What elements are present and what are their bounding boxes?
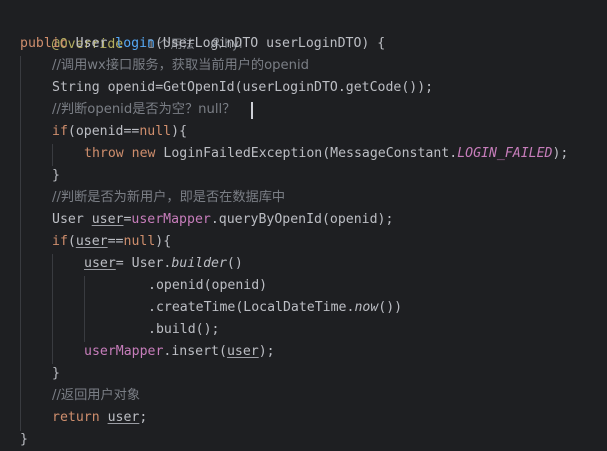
code-text: User — [67, 36, 116, 51]
code-line[interactable]: } — [52, 363, 60, 385]
code-line[interactable]: User user=userMapper.queryByOpenId(openi… — [52, 209, 393, 231]
comment: //判断openid是否为空？null？ — [52, 102, 236, 117]
code-line[interactable]: throw new LoginFailedException(MessageCo… — [84, 143, 568, 165]
code-line[interactable]: //调用wx接口服务，获取当前用户的openid — [52, 55, 309, 77]
code-editor[interactable]: @Override 1 个用法 hyl public User login(Us… — [0, 0, 607, 450]
comment: //判断是否为新用户，即是否在数据库中 — [52, 190, 286, 205]
comment: //返回用户对象 — [52, 388, 141, 403]
code-text: ); — [258, 344, 275, 359]
code-text: .build(); — [148, 322, 220, 337]
keyword: null — [139, 124, 172, 139]
code-text: (openid== — [67, 124, 140, 139]
code-line[interactable]: if(user==null){ — [52, 231, 171, 253]
method-name: builder — [171, 256, 227, 271]
method-name: login — [115, 36, 155, 51]
code-text: ; — [139, 410, 148, 425]
code-text: ()) — [378, 300, 403, 315]
indent-guide — [52, 254, 53, 364]
code-text: .openid(openid) — [148, 278, 268, 293]
field: userMapper — [131, 212, 211, 227]
code-text: User — [52, 212, 92, 227]
keyword: null — [123, 234, 156, 249]
inlay-hint-row: @Override 1 个用法 hyl — [20, 11, 243, 52]
keyword: if — [52, 124, 68, 139]
indent-guide — [84, 276, 85, 342]
code-line[interactable]: userMapper.insert(user); — [84, 341, 275, 363]
indent-guide — [20, 56, 21, 431]
code-text: .createTime(LocalDateTime. — [148, 300, 355, 315]
code-line[interactable]: //返回用户对象 — [52, 385, 140, 407]
code-line[interactable]: } — [20, 429, 28, 451]
code-text: (UserLoginDTO userLoginDTO) { — [154, 36, 386, 51]
method-name: now — [354, 300, 379, 315]
variable: user — [226, 344, 259, 359]
code-text: ( — [67, 234, 76, 249]
closing-brace: } — [52, 366, 60, 381]
code-text: LoginFailedException(MessageConstant. — [155, 146, 458, 161]
code-line[interactable]: //判断openid是否为空？null？ — [52, 99, 235, 121]
code-text: .insert( — [163, 344, 227, 359]
comment: //调用wx接口服务，获取当前用户的openid — [52, 58, 310, 73]
code-text: () — [226, 256, 243, 271]
code-text: ){ — [171, 124, 188, 139]
code-line[interactable]: //判断是否为新用户，即是否在数据库中 — [52, 187, 285, 209]
code-text: == — [107, 234, 124, 249]
code-line[interactable]: .openid(openid) — [148, 275, 267, 297]
keyword: new — [131, 146, 156, 161]
code-text: String openid=GetOpenId(userLoginDTO.get… — [52, 80, 434, 95]
code-text: ){ — [155, 234, 172, 249]
keyword: public — [20, 36, 68, 51]
variable: user — [75, 234, 108, 249]
closing-brace: } — [52, 168, 60, 183]
keyword: throw — [84, 146, 124, 161]
code-line[interactable]: public User login(UserLoginDTO userLogin… — [20, 33, 385, 55]
closing-brace: } — [20, 432, 28, 447]
indent-guide — [52, 144, 53, 166]
variable: user — [107, 410, 140, 425]
field: userMapper — [84, 344, 164, 359]
code-line[interactable]: String openid=GetOpenId(userLoginDTO.get… — [52, 77, 433, 99]
code-line[interactable]: .build(); — [148, 319, 219, 341]
code-line[interactable]: .createTime(LocalDateTime.now()) — [148, 297, 402, 319]
variable: user — [91, 212, 124, 227]
code-line[interactable]: return user; — [52, 407, 147, 429]
code-text: = User. — [115, 256, 172, 271]
code-line[interactable]: } — [52, 165, 60, 187]
code-line[interactable]: user= User.builder() — [84, 253, 243, 275]
constant: LOGIN_FAILED — [457, 146, 553, 161]
code-line[interactable]: if(openid==null){ — [52, 121, 187, 143]
code-text: ); — [552, 146, 569, 161]
keyword: return — [52, 410, 100, 425]
keyword: if — [52, 234, 68, 249]
text-caret — [251, 102, 253, 119]
variable: user — [84, 256, 116, 271]
code-text: .queryByOpenId(openid); — [210, 212, 394, 227]
